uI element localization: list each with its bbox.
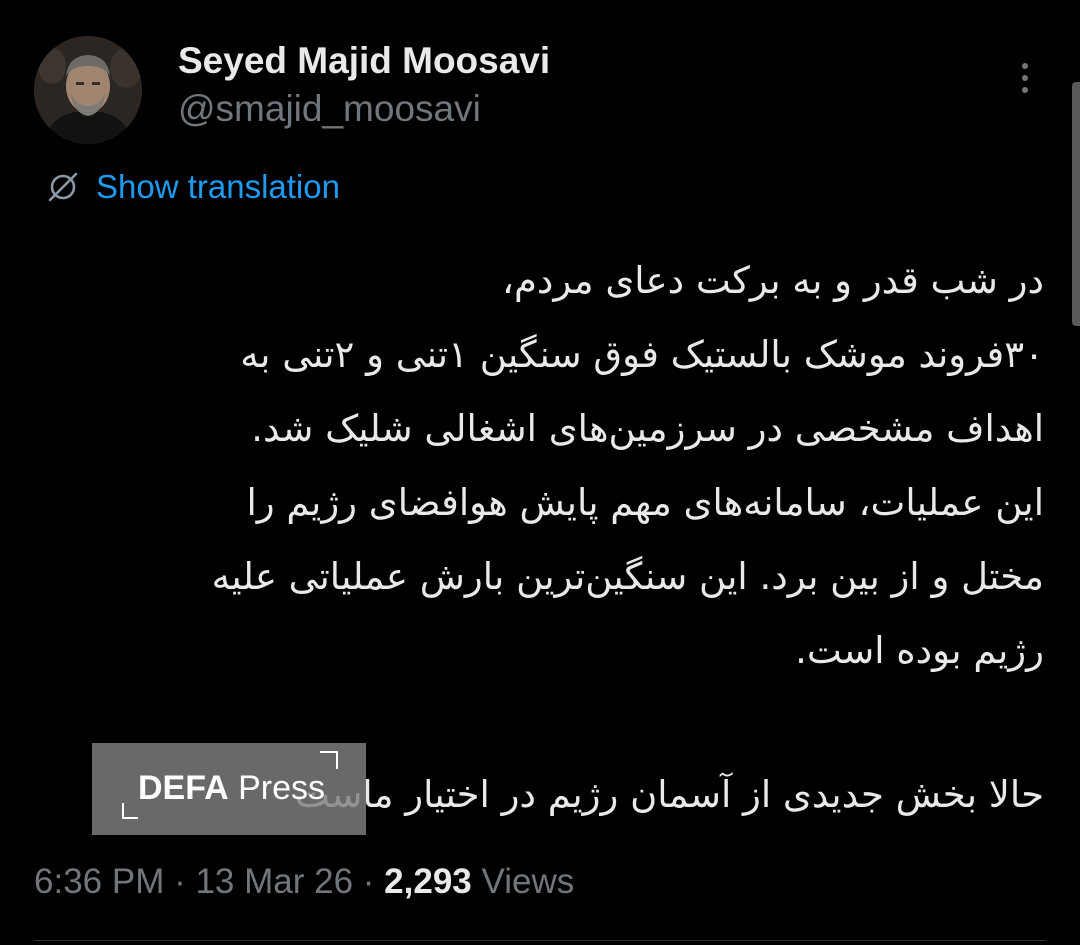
meta-separator: · [353, 862, 385, 901]
watermark-corner-icon [320, 751, 338, 769]
views-label: Views [471, 862, 575, 901]
meta-separator: · [164, 862, 196, 901]
defa-press-watermark: DEFA Press [92, 743, 366, 835]
translate-icon [48, 172, 78, 202]
watermark-brand-bold: DEFA [138, 769, 229, 807]
show-translation-label: Show translation [96, 168, 340, 205]
divider [34, 940, 1046, 941]
tweet-line: اهداف مشخصی در سرزمین‌های اشغالی شلیک شد… [251, 407, 1044, 450]
tweet-time[interactable]: 6:36 PM [34, 862, 164, 901]
tweet-line: در شب قدر و به برکت دعای مردم، [502, 259, 1044, 302]
watermark-text: DEFA Press [138, 769, 325, 808]
watermark-brand-regular: Press [228, 769, 326, 807]
tweet-date[interactable]: 13 Mar 26 [195, 862, 353, 901]
more-options-button[interactable] [1008, 58, 1042, 98]
author-handle[interactable]: @smajid_moosavi [178, 88, 481, 130]
more-vertical-icon [1022, 63, 1028, 69]
avatar-photo-icon [34, 36, 142, 144]
tweet-meta: 6:36 PM · 13 Mar 26 · 2,293 Views [34, 862, 574, 902]
watermark-corner-icon [122, 803, 138, 819]
views-count[interactable]: 2,293 [384, 862, 472, 901]
tweet-line: این عملیات، سامانه‌های مهم پایش هوافضای … [246, 481, 1044, 524]
author-display-name[interactable]: Seyed Majid Moosavi [178, 40, 550, 82]
show-translation-button[interactable]: Show translation [44, 168, 340, 206]
avatar[interactable] [34, 36, 142, 144]
tweet-line: مختل و از بین برد. این سنگین‌ترین بارش ع… [211, 555, 1044, 598]
tweet-line: رژیم بوده است. [795, 629, 1044, 672]
tweet-line: ۳۰فروند موشک بالستیک فوق سنگین ۱تنی و ۲ت… [240, 333, 1044, 376]
scrollbar-thumb[interactable] [1072, 82, 1080, 326]
